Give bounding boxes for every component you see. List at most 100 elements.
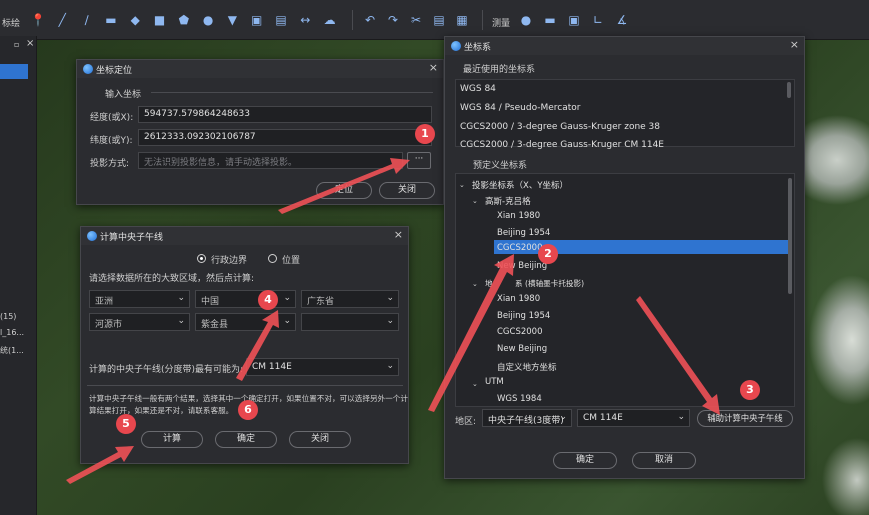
projection-input[interactable]: 无法识别投影信息，请手动选择投影。 — [138, 152, 403, 169]
expand-arrow-icon[interactable]: ⌄ — [472, 280, 478, 288]
tree-local-suffix[interactable]: 系 (横轴墨卡托投影) — [515, 278, 584, 289]
tree-item[interactable]: 自定义地方坐标 — [497, 361, 557, 373]
pentagon-icon[interactable]: ⬟ — [176, 12, 192, 28]
dialog-titlebar[interactable]: 坐标定位 × — [77, 60, 443, 78]
chevron-down-icon: ⌄ — [386, 316, 394, 326]
tree-item[interactable]: WGS 1984 — [497, 394, 542, 404]
doc-icon[interactable]: ▤ — [431, 12, 447, 28]
latitude-label: 纬度(或Y): — [90, 136, 133, 146]
result-select[interactable]: CM 114E ⌄ — [246, 358, 399, 376]
tree-gauss-kruger[interactable]: 高斯-克吕格 — [485, 195, 531, 207]
zone-select[interactable]: 中央子午线(3度带) ⌄ — [482, 409, 572, 427]
locate-button[interactable]: 定位 — [316, 182, 372, 199]
step-badge-6: 6 — [238, 400, 258, 420]
redo-icon[interactable]: ↷ — [385, 12, 401, 28]
result-label: 计算的中央子午线(分度带)最有可能为: — [89, 365, 244, 375]
calculate-button[interactable]: 计算 — [141, 431, 203, 448]
tree-item[interactable]: Xian 1980 — [497, 211, 540, 221]
radio-admin-boundary[interactable] — [197, 254, 206, 263]
expand-arrow-icon[interactable]: ⌄ — [472, 380, 478, 388]
image-icon[interactable]: ▣ — [566, 12, 582, 28]
cm-select[interactable]: CM 114E ⌄ — [577, 409, 690, 427]
rectangle-icon[interactable]: ▬ — [103, 12, 119, 28]
polyline-icon[interactable]: ╱ — [54, 12, 70, 28]
angle-icon[interactable]: ∟ — [590, 12, 606, 28]
radio-location[interactable] — [268, 254, 277, 263]
recent-item[interactable]: WGS 84 — [460, 84, 496, 94]
cancel-button[interactable]: 取消 — [632, 452, 696, 469]
circle-icon[interactable]: ● — [200, 12, 216, 28]
close-button[interactable]: 关闭 — [289, 431, 351, 448]
doc-grey-icon[interactable]: ▦ — [454, 12, 470, 28]
tree-item[interactable]: New Beijing — [497, 344, 547, 354]
assist-calc-meridian-button[interactable]: 辅助计算中央子午线 — [697, 410, 793, 427]
expand-arrow-icon[interactable]: ⌄ — [472, 197, 478, 205]
sidebar-close-icon[interactable]: × — [26, 38, 34, 49]
dialog-title: 坐标定位 — [96, 66, 133, 76]
chevron-down-icon: ⌄ — [283, 293, 291, 303]
latitude-input[interactable]: 2612333.092302106787 — [138, 129, 432, 146]
tree-item-selected[interactable]: CGCS2000 — [497, 243, 542, 253]
sidebar-layer-text[interactable]: (15) — [0, 312, 16, 321]
tree-utm[interactable]: UTM — [485, 377, 504, 387]
scrollbar[interactable] — [787, 82, 791, 98]
recent-item[interactable]: CGCS2000 / 3-degree Gauss-Kruger CM 114E — [460, 140, 664, 150]
callout-icon[interactable]: ▤ — [273, 12, 289, 28]
chevron-down-icon: ⌄ — [177, 316, 185, 326]
city-select[interactable]: 河源市 ⌄ — [89, 313, 190, 331]
compass-angle-icon[interactable]: ∡ — [614, 12, 630, 28]
tree-local-prefix[interactable]: 地 — [485, 278, 493, 289]
pin-icon[interactable]: ● — [518, 12, 534, 28]
dialog-titlebar[interactable]: 计算中央子午线 × — [81, 227, 408, 245]
province-select[interactable]: 广东省 ⌄ — [301, 290, 399, 308]
continent-select[interactable]: 亚洲 ⌄ — [89, 290, 190, 308]
sidebar-selected-item[interactable] — [0, 64, 28, 79]
undo-icon[interactable]: ↶ — [362, 12, 378, 28]
recent-list: WGS 84 WGS 84 / Pseudo-Mercator CGCS2000… — [455, 79, 795, 150]
freehand-icon[interactable]: ∕ — [79, 12, 95, 28]
tree-item[interactable]: CGCS2000 — [497, 327, 542, 337]
measure-line-icon[interactable]: ↔ — [297, 12, 313, 28]
close-icon[interactable]: × — [429, 62, 438, 74]
app-logo-icon — [83, 64, 93, 74]
tree-item[interactable]: Xian 1980 — [497, 294, 540, 304]
ruler-icon[interactable]: ▬ — [542, 12, 558, 28]
county-select[interactable]: 紫金县 ⌄ — [195, 313, 296, 331]
dialog-title: 坐标系 — [464, 43, 492, 53]
square-icon[interactable]: ■ — [152, 12, 168, 28]
country-select[interactable]: 中国 ⌄ — [195, 290, 296, 308]
county-value: 紫金县 — [201, 320, 229, 330]
tree-item[interactable]: Beijing 1954 — [497, 228, 550, 238]
scrollbar[interactable] — [788, 178, 792, 294]
close-icon[interactable]: × — [790, 39, 799, 51]
arrow-shape-icon[interactable]: ◆ — [127, 12, 143, 28]
dialog-titlebar[interactable]: 坐标系 × — [445, 37, 804, 55]
projection-label: 投影方式: — [90, 159, 130, 169]
town-select[interactable]: ⌄ — [301, 313, 399, 331]
tree-projected-root[interactable]: 投影坐标系（X、Y坐标） — [472, 179, 568, 191]
projection-browse-button[interactable]: ··· — [407, 152, 431, 169]
close-icon[interactable]: × — [394, 229, 403, 241]
longitude-input[interactable]: 594737.579864248633 — [138, 106, 432, 123]
expand-arrow-icon[interactable]: ⌄ — [459, 181, 465, 189]
marker-icon[interactable]: 📍 — [30, 12, 46, 28]
chevron-down-icon: ⌄ — [283, 316, 291, 326]
sidebar-layer-text[interactable]: 统(1... — [0, 345, 24, 356]
cloud-icon[interactable]: ☁ — [322, 12, 338, 28]
close-button[interactable]: 关闭 — [379, 182, 435, 199]
tree-item[interactable]: Beijing 1954 — [497, 311, 550, 321]
step-badge-3: 3 — [740, 380, 760, 400]
chevron-down-icon: ⌄ — [677, 412, 685, 422]
ok-button[interactable]: 确定 — [215, 431, 277, 448]
ok-button[interactable]: 确定 — [553, 452, 617, 469]
recent-item[interactable]: WGS 84 / Pseudo-Mercator — [460, 103, 581, 113]
toolbar-separator — [352, 10, 353, 30]
recent-item[interactable]: CGCS2000 / 3-degree Gauss-Kruger zone 38 — [460, 122, 660, 132]
sidebar-layer-text[interactable]: l_16... — [0, 328, 24, 337]
float-icon[interactable]: ▫ — [14, 40, 19, 49]
plot-label: 标绘 — [2, 19, 21, 29]
tree-item[interactable]: New Beijing — [497, 261, 547, 271]
text-box-icon[interactable]: ▣ — [249, 12, 265, 28]
scissors-icon[interactable]: ✂ — [408, 12, 424, 28]
triangle-down-icon[interactable]: ▼ — [224, 12, 240, 28]
